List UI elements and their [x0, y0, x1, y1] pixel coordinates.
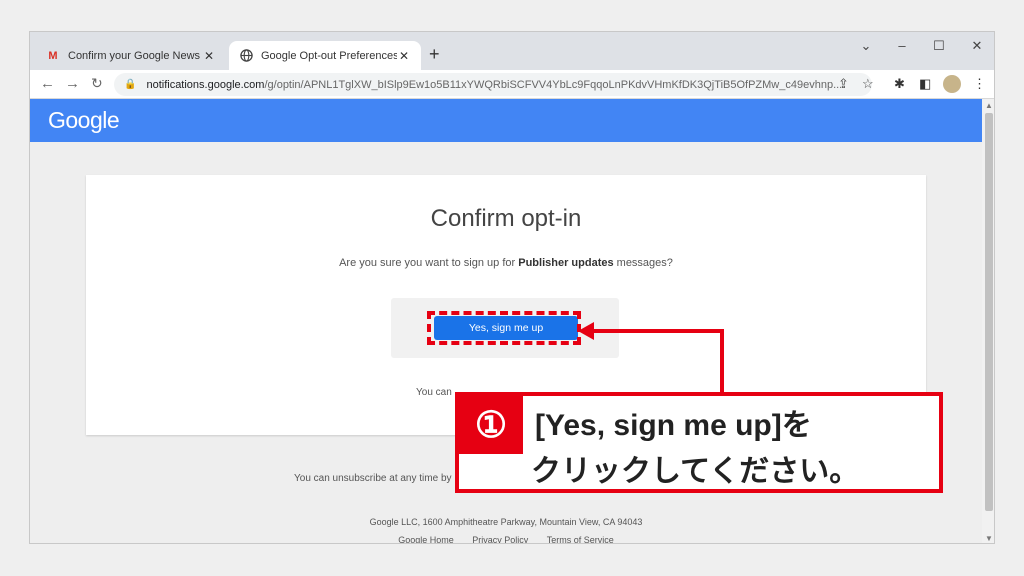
browser-toolbar: ← → ↻ 🔒 notifications.google.com/g/optin… [30, 70, 994, 99]
globe-icon [239, 49, 253, 63]
tab-search-icon[interactable]: ⌄ [856, 38, 876, 54]
annotation-arrow-connector [720, 329, 724, 394]
scroll-up-icon[interactable]: ▲ [982, 101, 994, 110]
share-icon[interactable]: ⇪ [838, 76, 849, 92]
gmail-icon: M [48, 49, 58, 62]
lock-icon: 🔒 [124, 79, 137, 90]
close-window-button[interactable]: ✕ [967, 38, 987, 54]
instruction-line-2: クリックしてください。 [531, 455, 860, 488]
footer-link-privacy-policy[interactable]: Privacy Policy [472, 535, 528, 543]
tab-gmail[interactable]: M Confirm your Google News Email ✕ [36, 41, 226, 70]
google-header: Google [30, 99, 982, 142]
maximize-button[interactable]: ☐ [929, 38, 949, 54]
side-panel-icon[interactable]: ◧ [919, 76, 931, 92]
back-icon[interactable]: ← [40, 75, 55, 92]
tab-opt-out-preferences[interactable]: Google Opt-out Preferences ✕ [229, 41, 421, 70]
step-number-badge: ① [459, 396, 523, 454]
page-title: Confirm opt-in [430, 205, 582, 232]
footer-links: Google Home Privacy Policy Terms of Serv… [30, 535, 982, 543]
address-bar[interactable]: 🔒 notifications.google.com/g/optin/APNL1… [114, 73, 872, 96]
url-host: notifications.google.com [146, 78, 265, 91]
extensions-icon[interactable]: ✱ [894, 76, 905, 92]
card-note: You can [416, 387, 452, 398]
close-tab-icon[interactable]: ✕ [397, 49, 411, 63]
confirm-question: Are you sure you want to sign up for Pub… [339, 257, 673, 269]
footer-link-google-home[interactable]: Google Home [398, 535, 454, 543]
reload-icon[interactable]: ↻ [91, 75, 103, 92]
close-tab-icon[interactable]: ✕ [202, 49, 216, 63]
publication-name: Publisher updates [518, 257, 614, 269]
instruction-line-1: [Yes, sign me up]を [535, 409, 812, 442]
scroll-down-icon[interactable]: ▼ [982, 534, 994, 543]
profile-avatar[interactable] [943, 75, 961, 93]
vertical-scrollbar[interactable]: ▲ ▼ [982, 99, 994, 543]
scroll-thumb[interactable] [985, 113, 993, 511]
button-highlight-frame [427, 311, 581, 345]
annotation-arrowhead-icon [578, 322, 594, 340]
tab-title: Google Opt-out Preferences [261, 49, 397, 62]
google-logo[interactable]: Google [48, 107, 120, 134]
instruction-callout: ① [Yes, sign me up]を クリックしてください。 [455, 392, 943, 493]
menu-icon[interactable]: ⋮ [973, 76, 986, 92]
new-tab-button[interactable]: + [429, 44, 440, 65]
tab-strip: M Confirm your Google News Email ✕ Googl… [30, 32, 994, 70]
unsubscribe-text: You can unsubscribe at any time by [294, 473, 452, 484]
tab-title: Confirm your Google News Email [68, 49, 202, 62]
minimize-button[interactable]: – [892, 38, 912, 53]
footer-address: Google LLC, 1600 Amphitheatre Parkway, M… [369, 517, 643, 527]
annotation-arrow-shaft [591, 329, 724, 333]
forward-icon[interactable]: → [65, 75, 80, 92]
footer-link-terms-of-service[interactable]: Terms of Service [547, 535, 614, 543]
url-path: /g/optin/APNL1TglXW_bISlp9Ew1o5B11xYWQRb… [264, 78, 843, 91]
bookmark-star-icon[interactable]: ☆ [862, 76, 874, 92]
